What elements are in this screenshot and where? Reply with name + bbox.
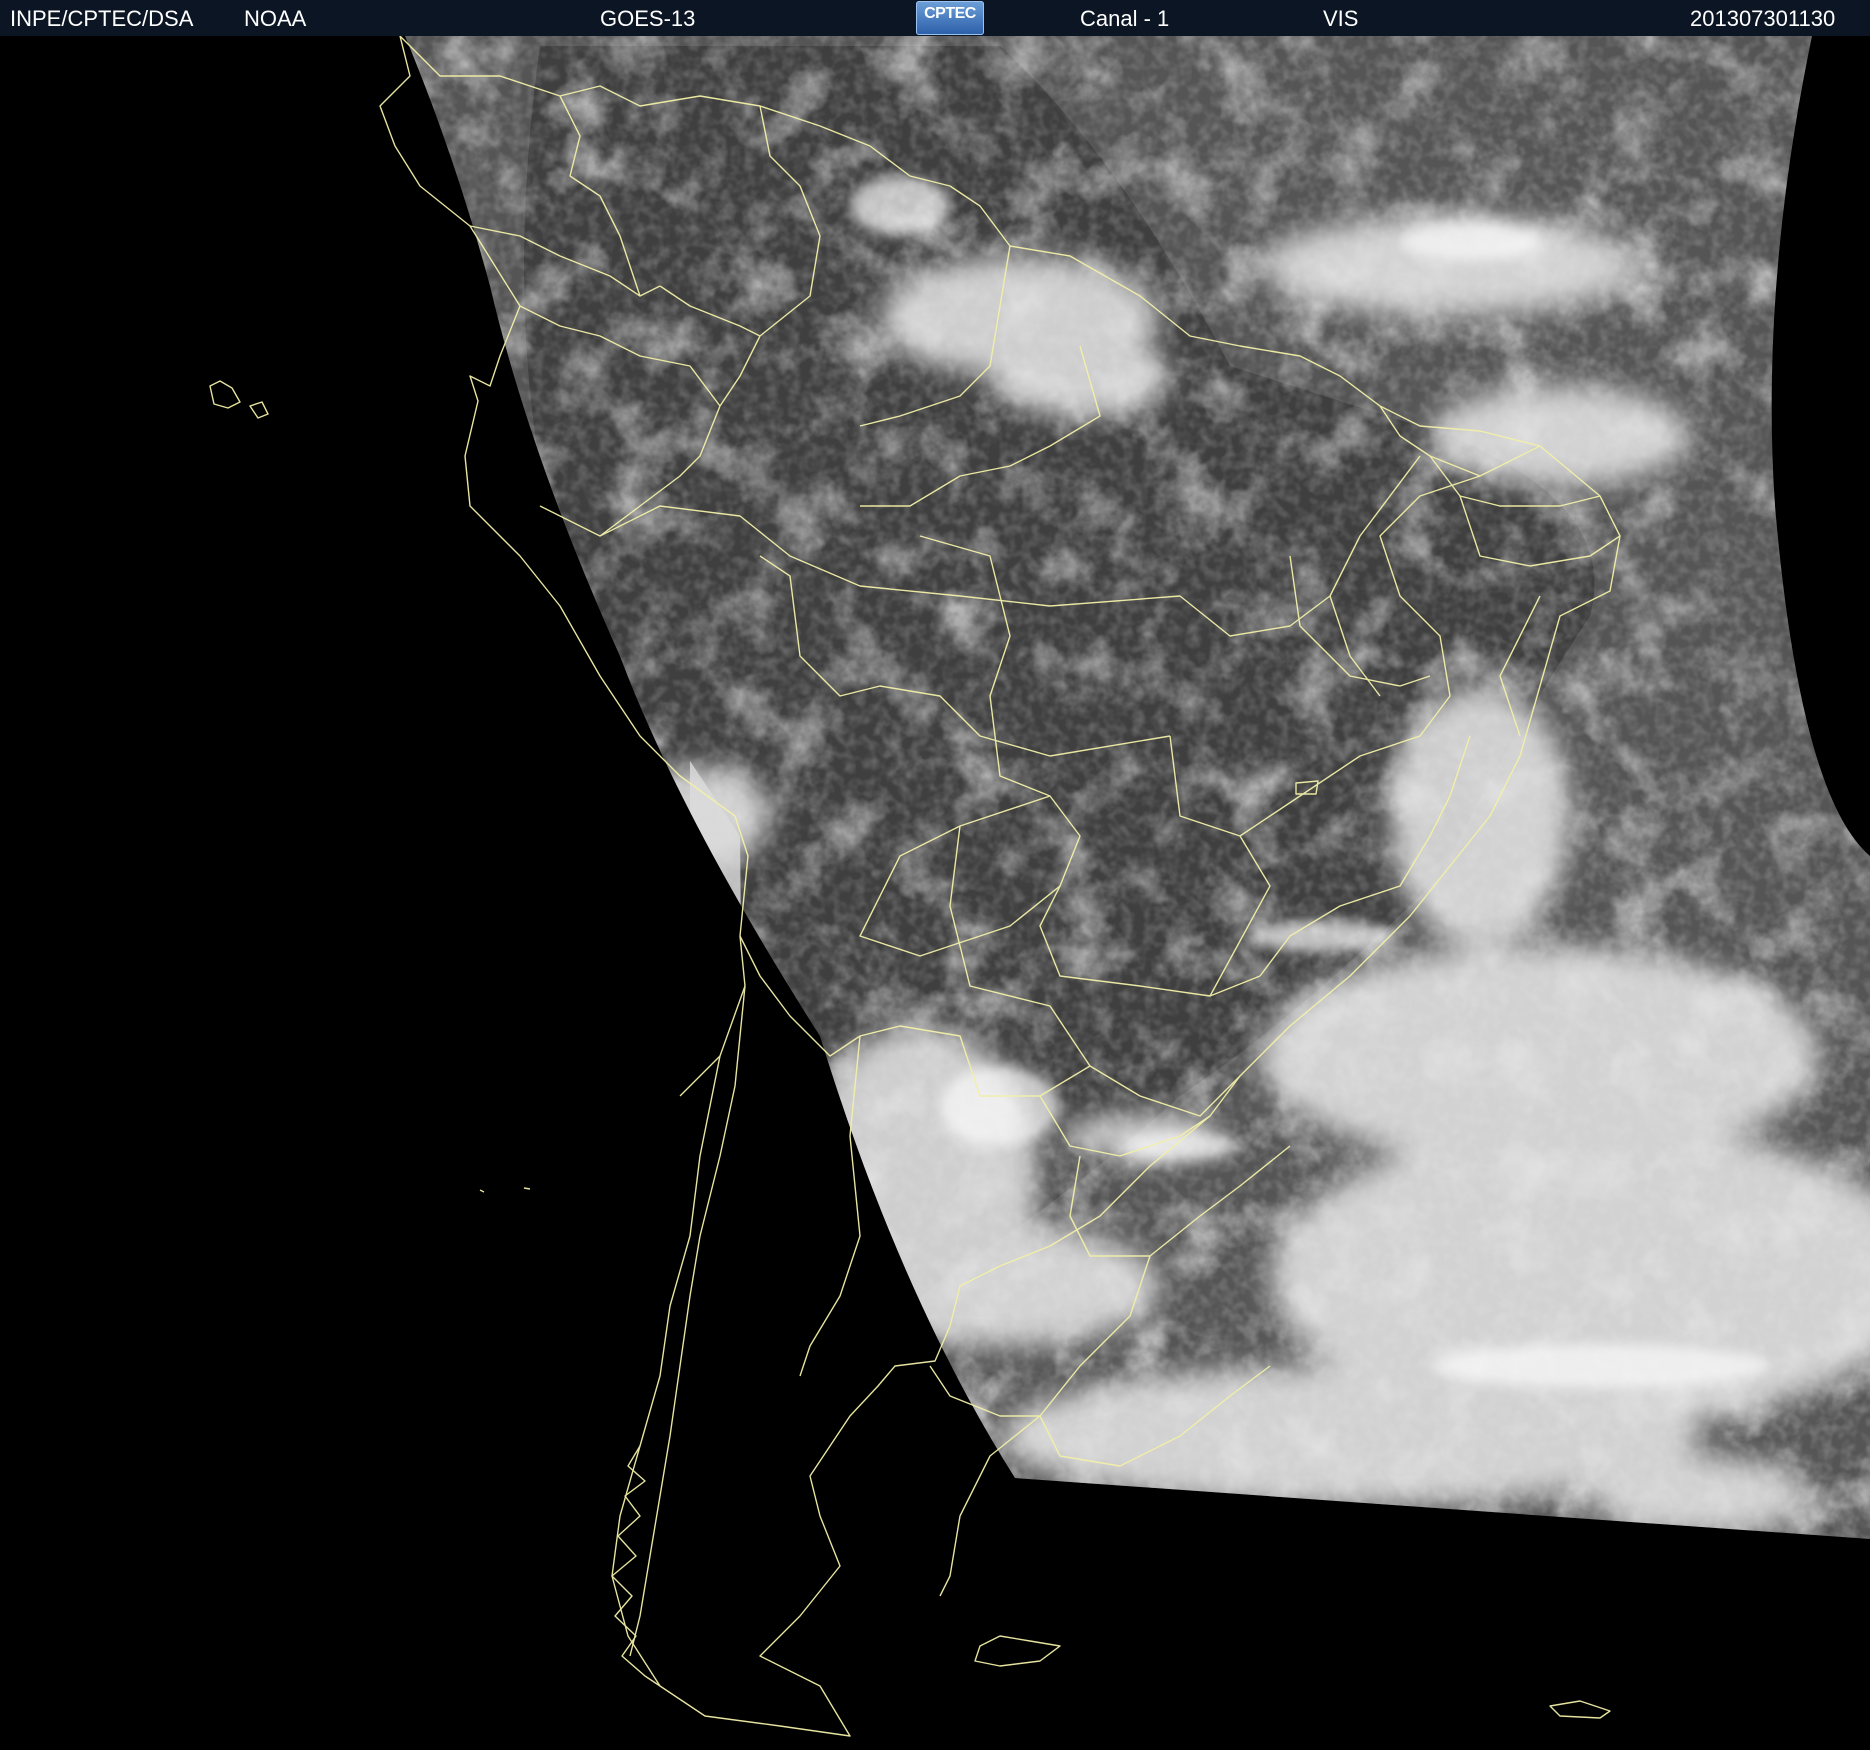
satellite-label: GOES-13 <box>600 6 696 31</box>
agency-label: NOAA <box>244 6 307 31</box>
cptec-logo: CPTEC <box>916 1 984 35</box>
channel-label: Canal - 1 <box>1080 6 1170 31</box>
band-label: VIS <box>1323 6 1359 31</box>
institution-label: INPE/CPTEC/DSA <box>10 6 194 31</box>
satellite-image <box>0 36 1870 1750</box>
header-bar: INPE/CPTEC/DSA NOAA GOES-13 CPTEC Canal … <box>0 0 1870 36</box>
timestamp-label: 201307301130 <box>1690 6 1836 31</box>
